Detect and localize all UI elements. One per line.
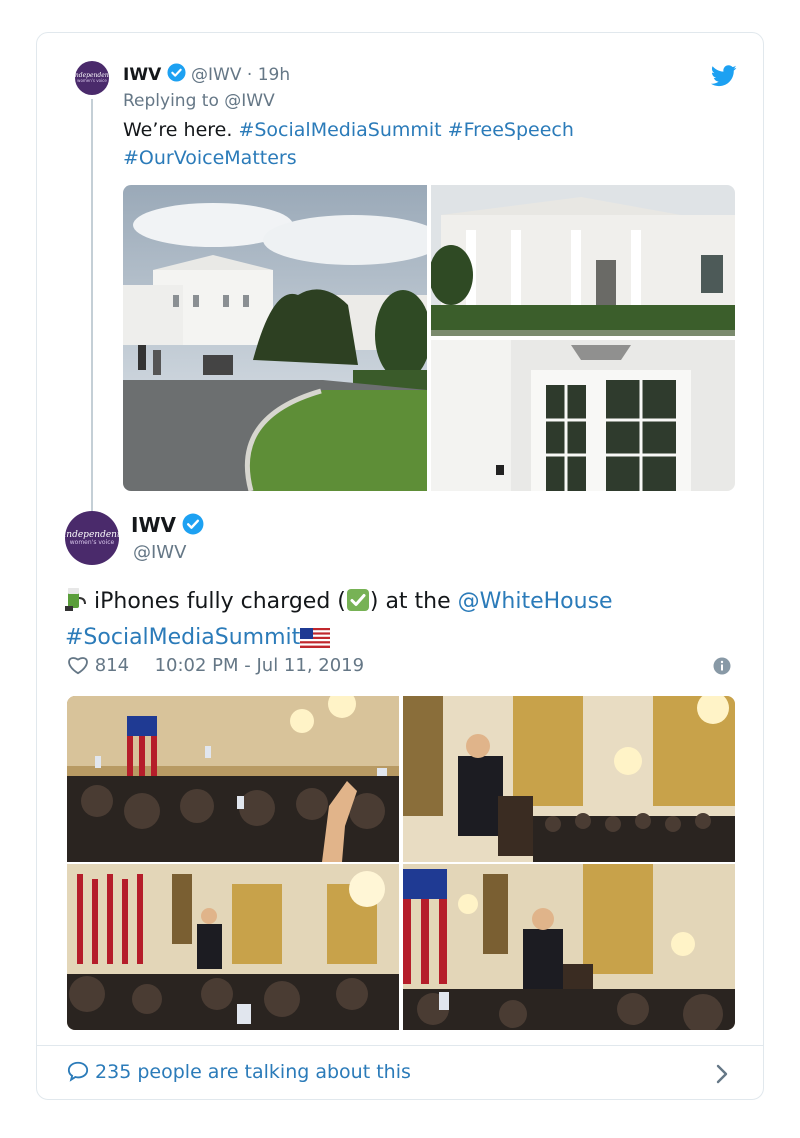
thread-connector-line (91, 99, 93, 511)
replying-to-handle[interactable]: @IWV (224, 91, 274, 111)
tweet-text: We’re here. (123, 119, 233, 141)
hashtag-link[interactable]: #SocialMediaSummit (238, 119, 441, 141)
reply-tweet-text: We’re here. #SocialMediaSummit #FreeSpee… (123, 116, 683, 172)
like-count[interactable]: 814 (95, 655, 129, 676)
separator-dot: · (246, 65, 253, 85)
verified-badge-icon (182, 513, 204, 540)
replying-to-label: Replying to (123, 91, 219, 111)
photo-west-wing-portico[interactable] (431, 185, 735, 336)
tweet-age[interactable]: 19h (258, 65, 290, 85)
tweet-embed-card: independent women's voice IWV @IWV · 19h… (36, 32, 764, 1100)
main-photo-grid (67, 696, 735, 1030)
check-mark-icon (346, 588, 370, 622)
avatar-wordmark-subtitle: women's voice (69, 538, 115, 546)
speech-bubble-icon (67, 1060, 89, 1087)
info-icon[interactable] (713, 657, 731, 675)
hashtag-link[interactable]: #FreeSpeech (448, 119, 574, 141)
replying-to-line: Replying to @IWV (123, 91, 275, 111)
avatar[interactable]: independent women's voice (75, 61, 109, 95)
photo-speaker-flags[interactable] (403, 864, 735, 1030)
avatar-wordmark-subtitle: women's voice (77, 78, 107, 83)
tweet-timestamp[interactable]: 10:02 PM - Jul 11, 2019 (155, 655, 365, 676)
heart-icon[interactable] (67, 655, 89, 680)
handle[interactable]: @IWV (133, 542, 186, 563)
hashtag-link[interactable]: #SocialMediaSummit (65, 625, 300, 650)
handle[interactable]: @IWV (191, 65, 241, 85)
us-flag-icon (300, 626, 331, 658)
avatar[interactable]: independent women's voice (65, 511, 119, 565)
battery-charging-icon (65, 586, 87, 622)
photo-white-house-lawn[interactable] (123, 185, 427, 491)
display-name[interactable]: IWV (123, 65, 161, 85)
photo-speaker-podium[interactable] (403, 696, 735, 862)
footer-divider (37, 1045, 763, 1046)
tweet-meta-row: 814 10:02 PM - Jul 11, 2019 (67, 655, 364, 680)
conversation-count-text: 235 people are talking about this (95, 1061, 411, 1083)
display-name[interactable]: IWV (131, 513, 176, 537)
reply-tweet-header: IWV @IWV · 19h (123, 63, 290, 87)
main-tweet-author: IWV (131, 513, 204, 540)
chevron-right-icon[interactable] (715, 1063, 729, 1085)
tweet-text: ) at the (369, 589, 451, 614)
verified-badge-icon (167, 63, 186, 87)
photo-audience-phones[interactable] (67, 696, 399, 862)
hashtag-link[interactable]: #OurVoiceMatters (123, 147, 297, 169)
photo-entrance-doors[interactable] (431, 340, 735, 491)
twitter-bird-icon[interactable] (710, 65, 737, 87)
photo-east-room-wide[interactable] (67, 864, 399, 1030)
reply-photo-grid (123, 185, 735, 491)
tweet-text: iPhones fully charged ( (94, 589, 346, 614)
conversation-link[interactable]: 235 people are talking about this (67, 1060, 411, 1087)
main-tweet-text: iPhones fully charged ( ) at the @WhiteHo… (65, 586, 725, 658)
mention-link[interactable]: @WhiteHouse (458, 589, 613, 614)
